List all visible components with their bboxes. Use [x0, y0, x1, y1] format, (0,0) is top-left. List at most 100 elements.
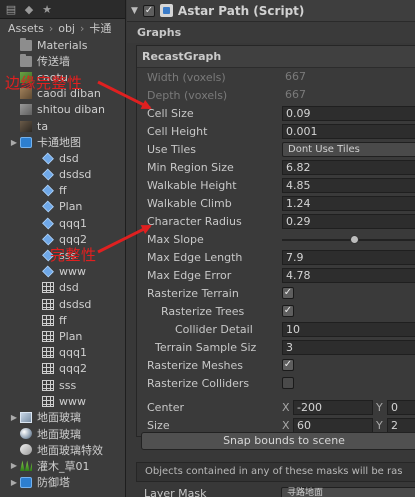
- asset-item[interactable]: dsdsd: [0, 296, 125, 312]
- breadcrumb-separator-icon: ›: [48, 21, 54, 35]
- depth-row: Depth (voxels) 667: [137, 86, 415, 104]
- expand-arrow-icon[interactable]: ▶: [10, 461, 18, 470]
- size-y-axis-label: Y: [376, 418, 383, 432]
- asset-item[interactable]: qqq1: [0, 345, 125, 361]
- asset-item[interactable]: qqq2: [0, 361, 125, 377]
- breadcrumb-item[interactable]: obj: [58, 22, 75, 35]
- slider-thumb[interactable]: [349, 234, 359, 244]
- sphere-material-icon: [20, 428, 32, 440]
- rasterize-colliders-checkbox[interactable]: [282, 377, 294, 389]
- prefab-icon: [42, 184, 54, 197]
- asset-item[interactable]: Materials: [0, 37, 125, 53]
- rasterize-terrain-label: Rasterize Terrain: [147, 286, 239, 300]
- foldout-arrow-icon[interactable]: ▼: [131, 6, 138, 16]
- rasterize-terrain-checkbox[interactable]: ✓: [282, 287, 294, 299]
- expand-arrow-icon[interactable]: ▶: [10, 138, 18, 147]
- asset-item-label: Materials: [37, 38, 88, 52]
- component-header[interactable]: ▼ ✓ Astar Path (Script): [127, 0, 415, 22]
- rasterize-colliders-label: Rasterize Colliders: [147, 376, 250, 390]
- mesh-grid-icon: [42, 314, 54, 326]
- annotation-text-top: 边缘完整性: [5, 74, 83, 92]
- asset-item[interactable]: ▶ 防御塔: [0, 474, 125, 490]
- graph-name: RecastGraph: [142, 50, 222, 63]
- project-toolbar: ▤ ◆ ★: [0, 0, 125, 19]
- min-region-size-field[interactable]: 6.82: [282, 159, 415, 175]
- asset-item[interactable]: Plan: [0, 328, 125, 344]
- center-y-field[interactable]: 0: [387, 399, 415, 415]
- mesh-grid-icon: [42, 363, 54, 375]
- rasterize-terrain-row: Rasterize Terrain ✓: [137, 284, 415, 302]
- asset-item[interactable]: ff: [0, 312, 125, 328]
- asset-item[interactable]: ▶ 地面玻璃: [0, 409, 125, 425]
- max-edge-length-field[interactable]: 7.9: [282, 249, 415, 265]
- expand-arrow-icon[interactable]: ▶: [10, 413, 18, 422]
- rasterize-trees-checkbox[interactable]: ✓: [282, 305, 294, 317]
- max-slope-slider[interactable]: [282, 232, 415, 247]
- center-row: Center X -200 Y 0: [137, 398, 415, 416]
- center-x-field[interactable]: -200: [293, 399, 373, 415]
- asset-item[interactable]: dsdsd: [0, 167, 125, 183]
- asset-item[interactable]: www: [0, 264, 125, 280]
- inspector-panel: ▼ ✓ Astar Path (Script) Graphs RecastGra…: [127, 0, 415, 497]
- center-x-axis-label: X: [282, 400, 290, 414]
- label-filter-icon[interactable]: ◆: [22, 2, 36, 16]
- component-title: Astar Path (Script): [177, 3, 305, 18]
- collider-detail-field[interactable]: 10: [282, 321, 415, 337]
- center-y-axis-label: Y: [376, 400, 383, 414]
- mask-help-note: Objects contained in any of these masks …: [136, 462, 415, 482]
- asset-item-label: 灌木_草01: [37, 459, 90, 473]
- asset-item[interactable]: Plan: [0, 199, 125, 215]
- favorite-star-icon[interactable]: ★: [40, 2, 54, 16]
- breadcrumb-item[interactable]: 卡通: [89, 20, 111, 36]
- asset-item[interactable]: shitou diban: [0, 102, 125, 118]
- walkable-climb-field[interactable]: 1.24: [282, 195, 415, 211]
- min-region-size-label: Min Region Size: [147, 160, 234, 174]
- terrain-sample-size-field[interactable]: 3: [282, 339, 415, 355]
- prefab-icon: [42, 265, 54, 278]
- asset-item[interactable]: dsd: [0, 150, 125, 166]
- size-y-field[interactable]: 2: [387, 417, 415, 433]
- prefab-icon: [42, 217, 54, 230]
- graphs-section[interactable]: Graphs: [127, 22, 415, 43]
- walkable-height-field[interactable]: 4.85: [282, 177, 415, 193]
- material-icon: [20, 411, 32, 423]
- filter-type-icon[interactable]: ▤: [4, 2, 18, 16]
- breadcrumb-item[interactable]: Assets: [8, 22, 44, 35]
- asset-item[interactable]: ff: [0, 183, 125, 199]
- asset-item[interactable]: ▶ 卡通地图: [0, 134, 125, 150]
- asset-item-label: ta: [37, 119, 49, 133]
- rasterize-meshes-checkbox[interactable]: ✓: [282, 359, 294, 371]
- asset-item-label: qqq1: [59, 216, 87, 230]
- breadcrumb-separator-icon: ›: [80, 21, 85, 35]
- width-label: Width (voxels): [147, 70, 226, 84]
- graph-properties: Width (voxels) 667 Depth (voxels) 667 Cell S…: [137, 68, 415, 392]
- expand-arrow-icon[interactable]: ▶: [10, 478, 18, 487]
- size-x-field[interactable]: 60: [293, 417, 373, 433]
- slider-track[interactable]: [282, 238, 415, 241]
- rasterize-meshes-row: Rasterize Meshes ✓: [137, 356, 415, 374]
- use-tiles-dropdown[interactable]: Dont Use Tiles: [282, 141, 415, 157]
- asset-item-label: 防御塔: [37, 476, 70, 490]
- cell-size-field[interactable]: 0.09: [282, 105, 415, 121]
- max-edge-error-label: Max Edge Error: [147, 268, 232, 282]
- asset-item-label: 传送墙: [37, 55, 70, 69]
- graph-title[interactable]: RecastGraph: [137, 46, 415, 68]
- snap-bounds-button[interactable]: Snap bounds to scene: [141, 432, 415, 450]
- asset-item[interactable]: 地面玻璃: [0, 426, 125, 442]
- asset-item[interactable]: sss: [0, 377, 125, 393]
- size-x-axis-label: X: [282, 418, 290, 432]
- asset-item[interactable]: 地面玻璃特效: [0, 442, 125, 458]
- max-edge-error-field[interactable]: 4.78: [282, 267, 415, 283]
- asset-item[interactable]: ta: [0, 118, 125, 134]
- collider-detail-label: Collider Detail: [175, 322, 253, 336]
- layer-mask-dropdown[interactable]: 寻路地面: [281, 486, 415, 497]
- asset-item[interactable]: dsd: [0, 280, 125, 296]
- terrain-sample-size-label: Terrain Sample Siz: [155, 340, 257, 354]
- asset-item[interactable]: 传送墙: [0, 53, 125, 69]
- component-enabled-checkbox[interactable]: ✓: [142, 4, 155, 17]
- character-radius-field[interactable]: 0.29: [282, 213, 415, 229]
- asset-item[interactable]: ▶ 灌木_草01: [0, 458, 125, 474]
- asset-item[interactable]: www: [0, 393, 125, 409]
- asset-item[interactable]: qqq1: [0, 215, 125, 231]
- cell-height-field[interactable]: 0.001: [282, 123, 415, 139]
